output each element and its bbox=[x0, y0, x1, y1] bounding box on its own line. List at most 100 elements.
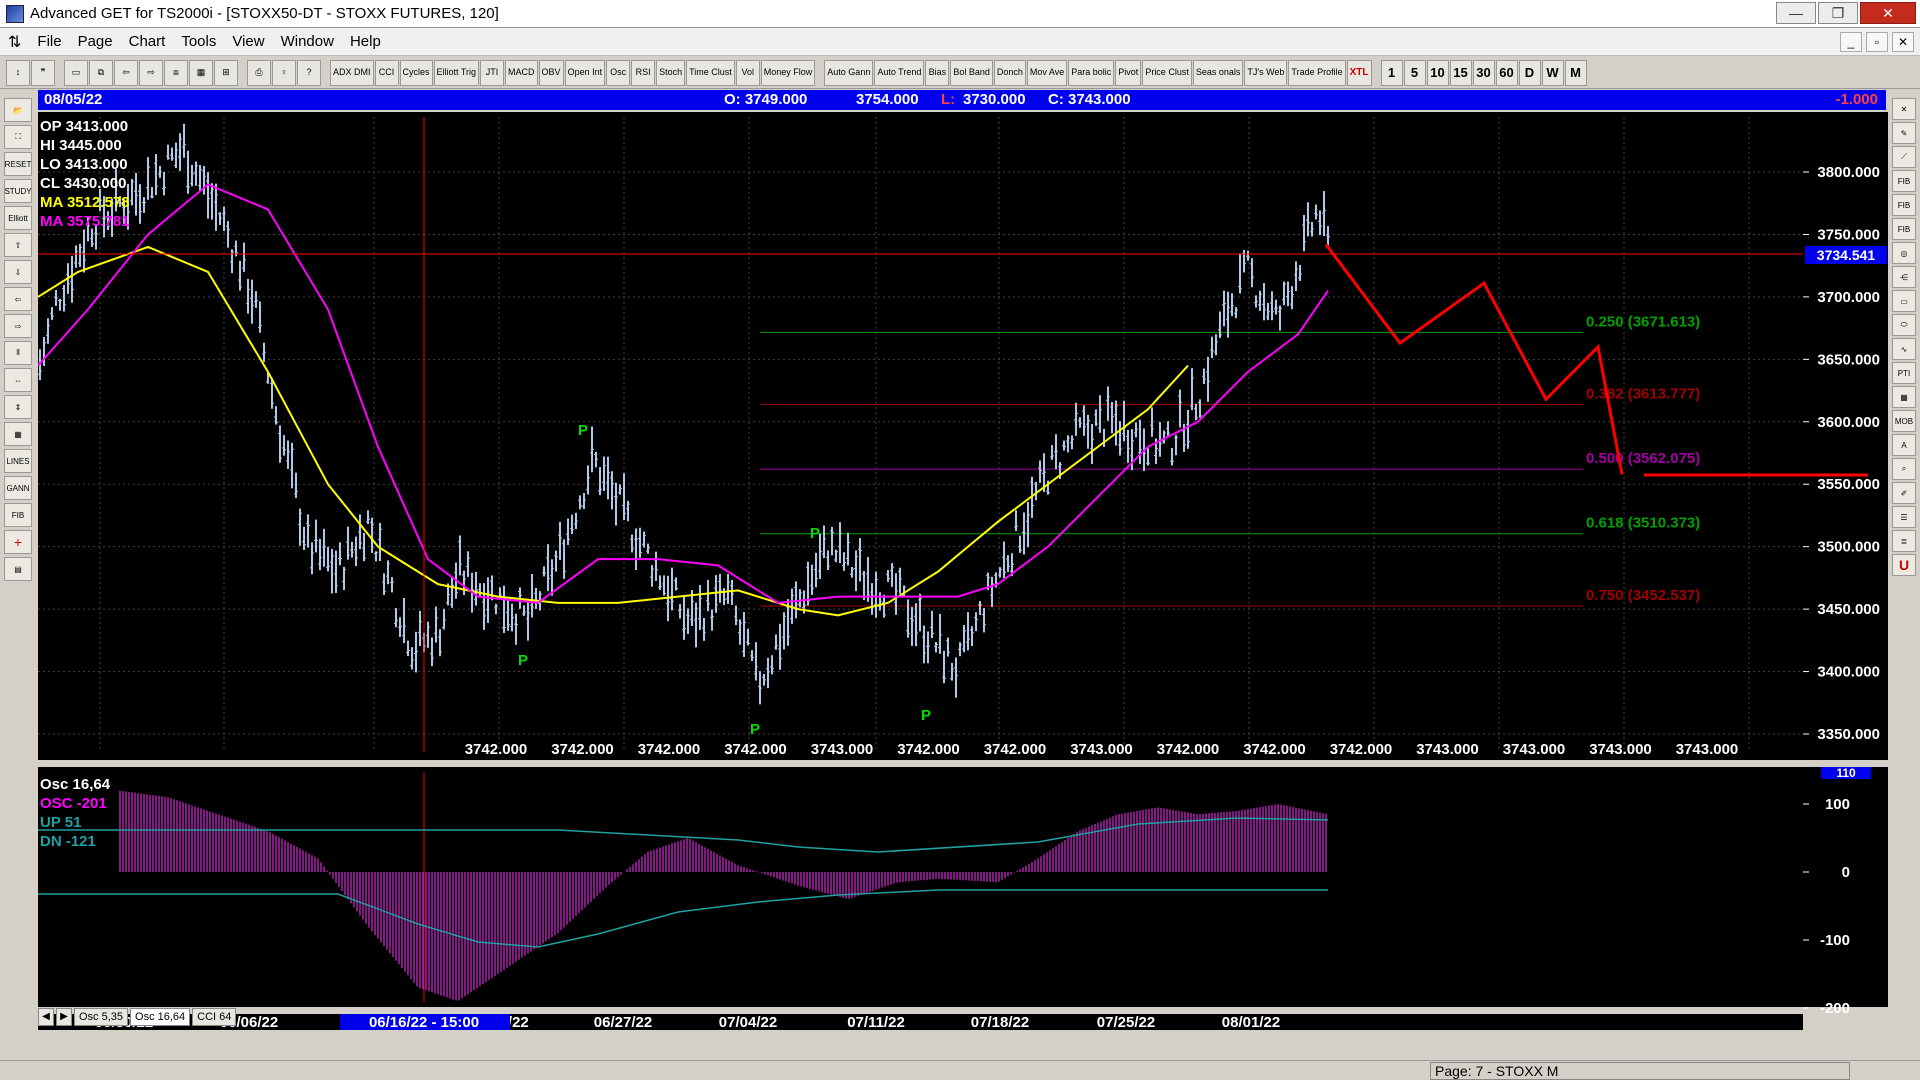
expand-icon[interactable]: ⇔ bbox=[4, 368, 32, 392]
elliott-icon[interactable]: Elliott bbox=[4, 206, 32, 230]
menu-help[interactable]: Help bbox=[342, 33, 389, 50]
open-icon[interactable]: 📂 bbox=[4, 98, 32, 122]
channel-icon[interactable]: ▭ bbox=[1892, 290, 1916, 312]
chart-copy-icon[interactable]: ⧈ bbox=[164, 59, 188, 86]
ellipse-icon[interactable]: ⬭ bbox=[1892, 314, 1916, 336]
zoom-icon[interactable]: ⛶ bbox=[4, 125, 32, 149]
timeframe-10-button[interactable]: 10 bbox=[1426, 59, 1449, 86]
menu-view[interactable]: View bbox=[224, 33, 272, 50]
indicator-jti-button[interactable]: JTI bbox=[480, 59, 505, 86]
fib-icon[interactable]: FIB bbox=[4, 503, 32, 527]
menu-chart[interactable]: Chart bbox=[121, 33, 174, 50]
tab-prev-button[interactable]: ◀ bbox=[38, 1008, 54, 1026]
copy-page-icon[interactable]: ⧉ bbox=[89, 59, 113, 86]
mob-icon[interactable]: MOB bbox=[1892, 410, 1916, 432]
timeframe-30-button[interactable]: 30 bbox=[1472, 59, 1495, 86]
indicator-rsi-button[interactable]: RSI bbox=[631, 59, 656, 86]
grid-icon[interactable]: ▦ bbox=[189, 59, 213, 86]
arrow-up-icon[interactable]: ⇧ bbox=[4, 233, 32, 257]
tab-cci-64[interactable]: CCI 64 bbox=[192, 1008, 237, 1026]
maximize-button[interactable]: ❐ bbox=[1818, 2, 1858, 24]
indicator-timeclust-button[interactable]: Time Clust bbox=[686, 59, 735, 86]
arrow-right-icon[interactable]: ⇨ bbox=[4, 314, 32, 338]
menu-page[interactable]: Page bbox=[70, 33, 121, 50]
indicator-bolband-button[interactable]: Bol Band bbox=[950, 59, 993, 86]
list-icon[interactable]: ☰ bbox=[1892, 506, 1916, 528]
arrow-tool-icon[interactable]: ↕ bbox=[6, 59, 30, 86]
indicator-priceclust-button[interactable]: Price Clust bbox=[1142, 59, 1192, 86]
menu-file[interactable]: File bbox=[29, 33, 69, 50]
tab-osc-16-64[interactable]: Osc 16,64 bbox=[130, 1008, 191, 1026]
circle-icon[interactable]: ◎ bbox=[1892, 242, 1916, 264]
reset-icon[interactable]: RESET bbox=[4, 152, 32, 176]
indicator-elliott-button[interactable]: Elliott Trig bbox=[433, 59, 480, 86]
new-page-icon[interactable]: ▭ bbox=[64, 59, 88, 86]
indicator-donch-button[interactable]: Donch bbox=[993, 59, 1026, 86]
crosshair-icon[interactable]: + bbox=[4, 530, 32, 554]
indicator-stoch-button[interactable]: Stoch bbox=[656, 59, 686, 86]
text-icon[interactable]: A bbox=[1892, 434, 1916, 456]
timeframe-5-button[interactable]: 5 bbox=[1403, 59, 1426, 86]
bulb-icon[interactable]: ♀ bbox=[272, 59, 296, 86]
fan-icon[interactable]: ⋲ bbox=[1892, 266, 1916, 288]
timeframe-60-button[interactable]: 60 bbox=[1495, 59, 1518, 86]
timeframe-d-button[interactable]: D bbox=[1518, 59, 1541, 86]
indicator-obv-button[interactable]: OBV bbox=[538, 59, 564, 86]
paint-icon[interactable]: ✐ bbox=[1892, 482, 1916, 504]
study-icon[interactable]: STUDY bbox=[4, 179, 32, 203]
lines-icon[interactable]: LINES bbox=[4, 449, 32, 473]
indicator-openint-button[interactable]: Open Int bbox=[564, 59, 606, 86]
indicator-osc-button[interactable]: Osc bbox=[606, 59, 631, 86]
scroll-right-icon[interactable]: ⇨ bbox=[139, 59, 163, 86]
indicator-bias-button[interactable]: Bias bbox=[925, 59, 950, 86]
fib-ret-icon[interactable]: FIB bbox=[1892, 170, 1916, 192]
indicator-autotrend-button[interactable]: Auto Trend bbox=[874, 59, 925, 86]
timeframe-1-button[interactable]: 1 bbox=[1380, 59, 1403, 86]
tile-icon[interactable]: ⊞ bbox=[214, 59, 238, 86]
close-button[interactable]: ✕ bbox=[1860, 2, 1916, 24]
menu-window[interactable]: Window bbox=[273, 33, 342, 50]
pen-icon[interactable]: ✎ bbox=[1892, 122, 1916, 144]
indicator-cycles-button[interactable]: Cycles bbox=[399, 59, 433, 86]
print-icon[interactable]: ⎙ bbox=[247, 59, 271, 86]
fib-time-icon[interactable]: FIB bbox=[1892, 218, 1916, 240]
chart-area[interactable]: 0.250 (3671.613) 0.382 (3613.777) 0.500 (3… bbox=[37, 112, 1888, 1031]
indicator-tradeprofile-button[interactable]: Trade Profile bbox=[1288, 59, 1346, 86]
timeframe-15-button[interactable]: 15 bbox=[1449, 59, 1472, 86]
indicator-tjsweb-button[interactable]: TJ's Web bbox=[1244, 59, 1288, 86]
menu-tools[interactable]: Tools bbox=[173, 33, 224, 50]
help-icon[interactable]: ? bbox=[297, 59, 321, 86]
indicator-seasonals-button[interactable]: Seas onals bbox=[1192, 59, 1244, 86]
bars-icon[interactable]: ⫴ bbox=[4, 341, 32, 365]
indicator-cci-button[interactable]: CCI bbox=[374, 59, 399, 86]
template-icon[interactable]: ▤ bbox=[4, 557, 32, 581]
trendline-icon[interactable]: ⟋ bbox=[1892, 146, 1916, 168]
tab-next-button[interactable]: ▶ bbox=[56, 1008, 72, 1026]
menu-app-icon[interactable]: ⇅ bbox=[0, 32, 29, 52]
indicator-movave-button[interactable]: Mov Ave bbox=[1026, 59, 1068, 86]
minimize-button[interactable]: — bbox=[1776, 2, 1816, 24]
u-icon[interactable]: U bbox=[1892, 554, 1916, 576]
arrow-down-icon[interactable]: ⇩ bbox=[4, 260, 32, 284]
indicator-moneyflow-button[interactable]: Money Flow bbox=[760, 59, 816, 86]
compress-icon[interactable]: ⇕ bbox=[4, 395, 32, 419]
indicator-xtl-button[interactable]: XTL bbox=[1346, 59, 1372, 86]
indicator-macd-button[interactable]: MACD bbox=[505, 59, 538, 86]
pti-icon[interactable]: PTI bbox=[1892, 362, 1916, 384]
magnify-icon[interactable]: ⌕ bbox=[1892, 458, 1916, 480]
stack-icon[interactable]: ≣ bbox=[1892, 530, 1916, 552]
gann-icon[interactable]: GANN bbox=[4, 476, 32, 500]
indicator-vol-button[interactable]: Vol bbox=[735, 59, 760, 86]
tab-osc-5-35[interactable]: Osc 5,35 bbox=[74, 1008, 129, 1026]
fib-ext-icon[interactable]: FIB bbox=[1892, 194, 1916, 216]
grid-r-icon[interactable]: ▦ bbox=[1892, 386, 1916, 408]
indicator-parabolic-button[interactable]: Para bolic bbox=[1068, 59, 1115, 86]
indicator-adx-button[interactable]: ADX DMI bbox=[330, 59, 374, 86]
wave-icon[interactable]: ∿ bbox=[1892, 338, 1916, 360]
indicator-pivot-button[interactable]: Pivot bbox=[1115, 59, 1142, 86]
mdi-close-button[interactable]: ✕ bbox=[1892, 31, 1914, 52]
chart-svg[interactable]: 0.250 (3671.613) 0.382 (3613.777) 0.500 (3… bbox=[37, 112, 1888, 1031]
indicator-autogann-button[interactable]: Auto Gann bbox=[824, 59, 874, 86]
quote-tool-icon[interactable]: ❞ bbox=[31, 59, 55, 86]
arrow-left-icon[interactable]: ⇦ bbox=[4, 287, 32, 311]
